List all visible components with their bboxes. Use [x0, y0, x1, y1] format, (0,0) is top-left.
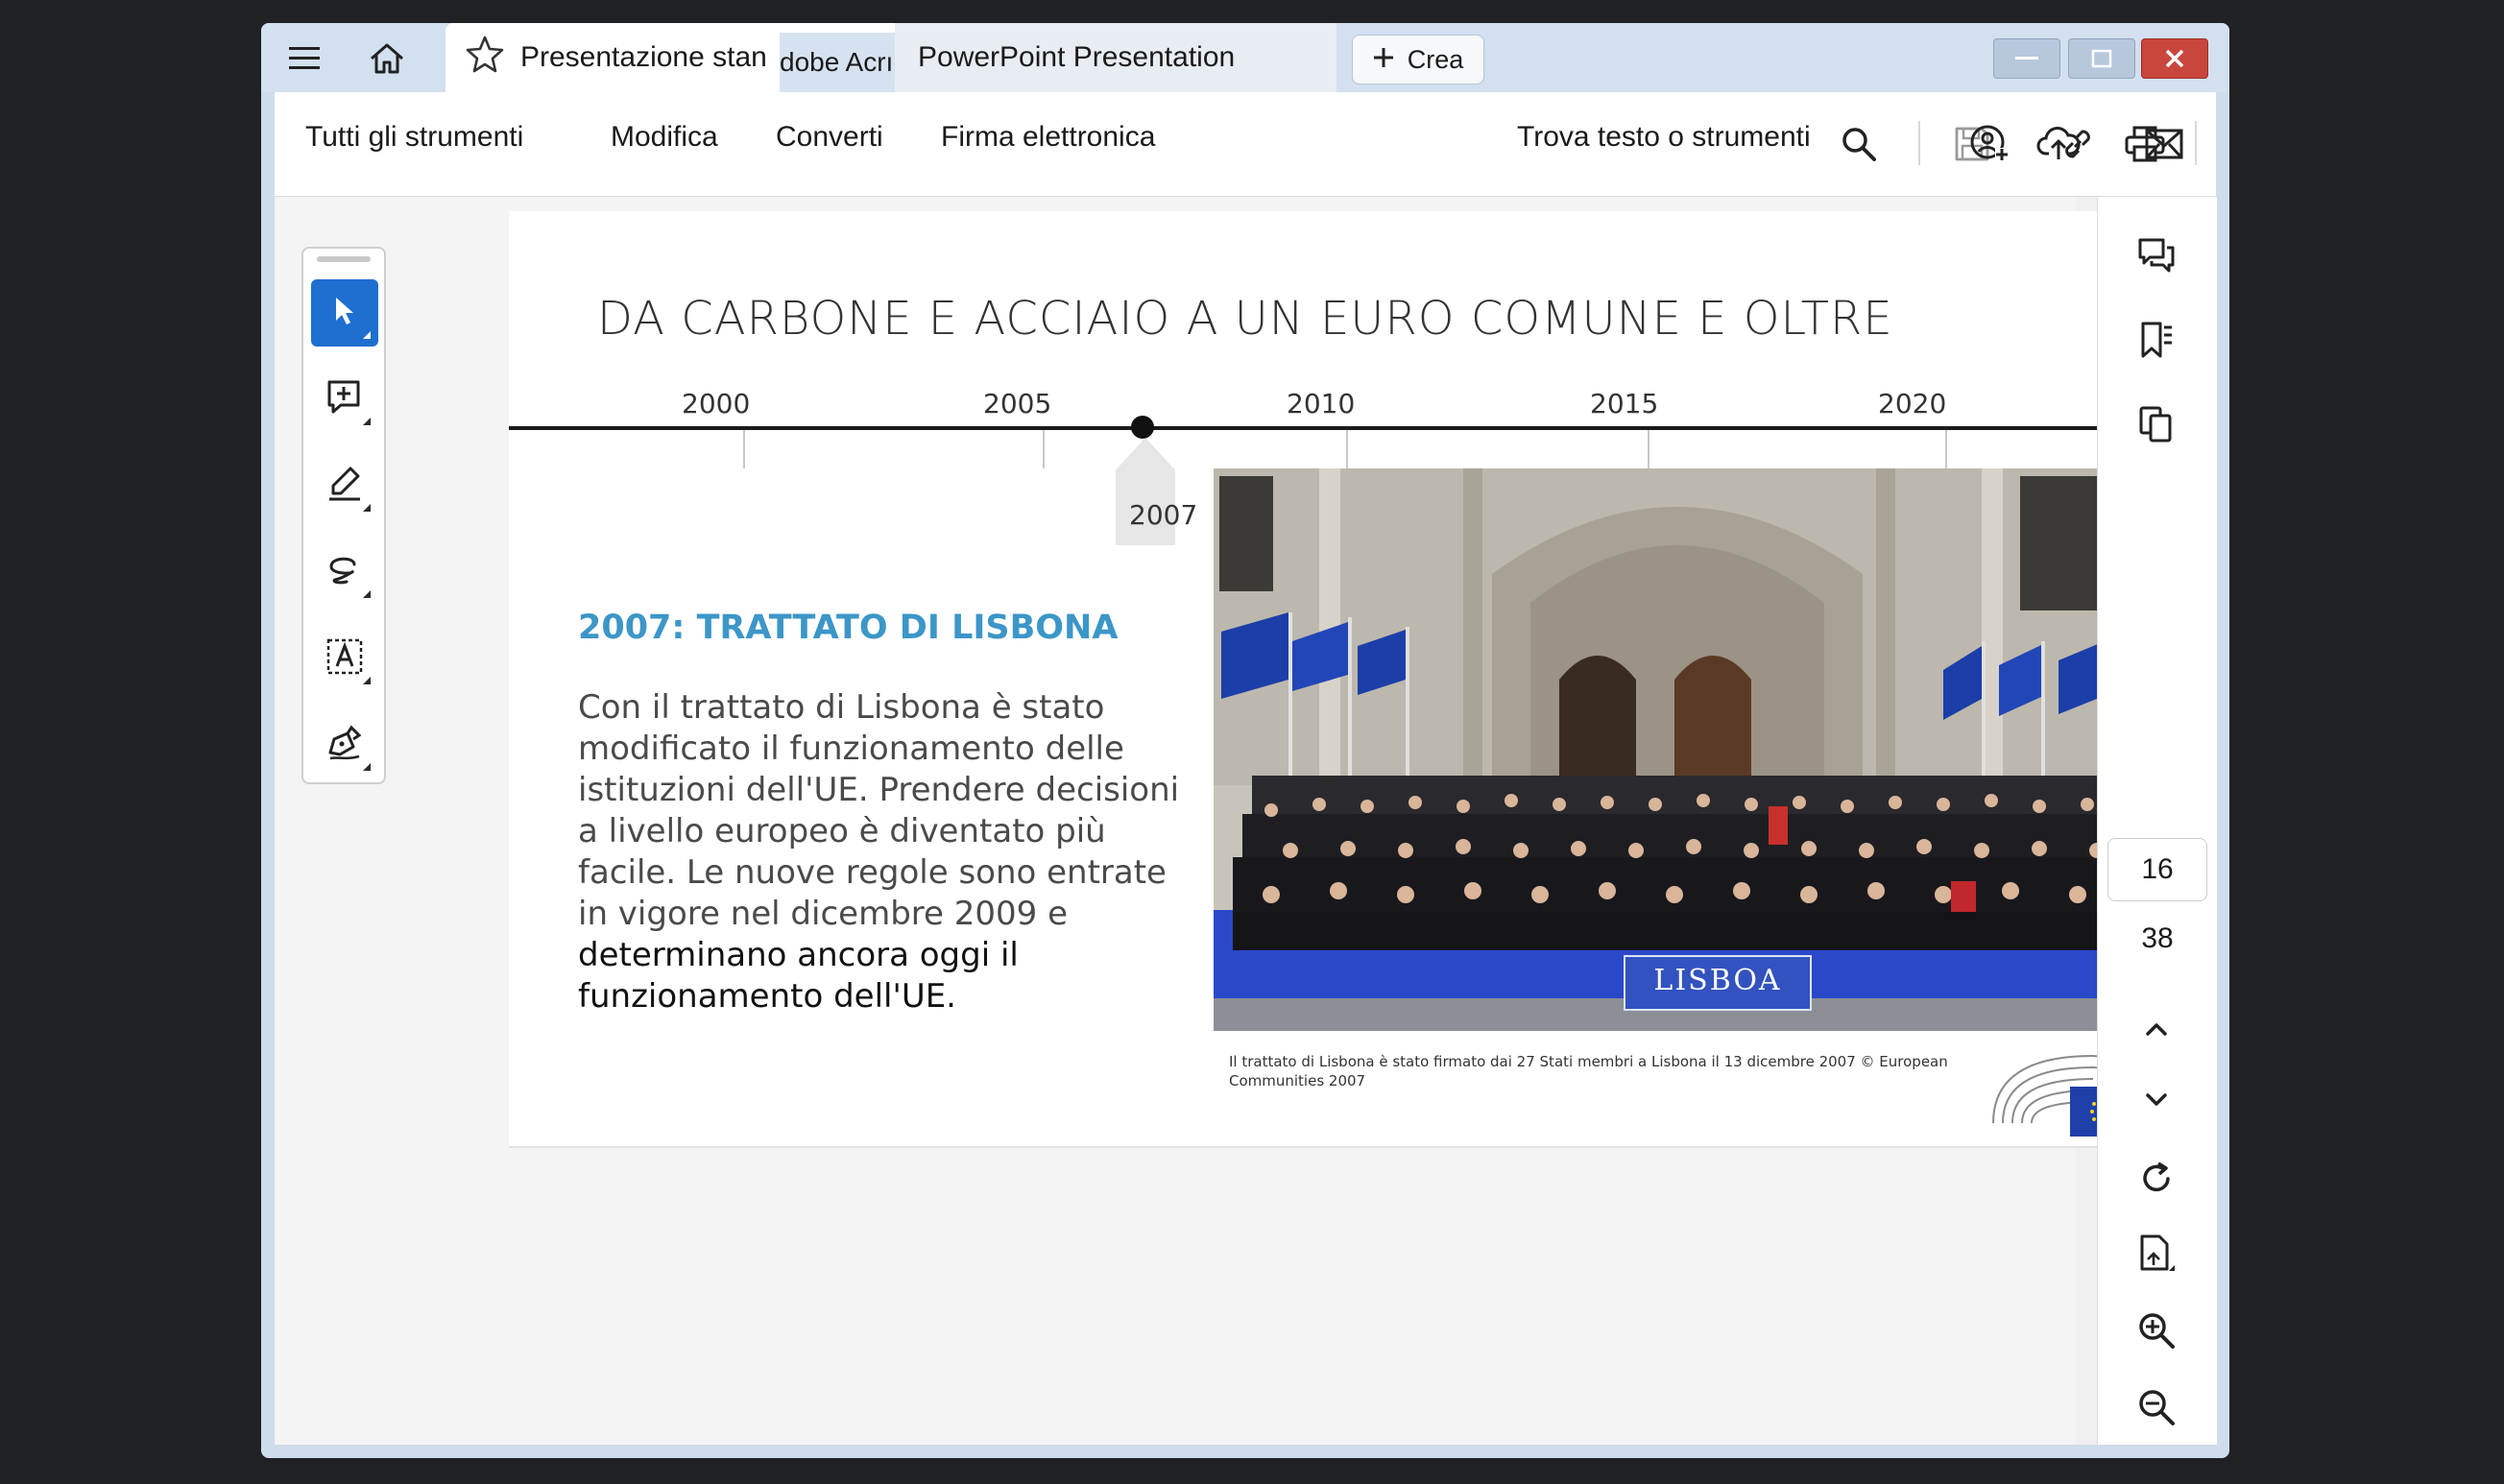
total-pages: 38: [2141, 922, 2174, 954]
page-extract-icon[interactable]: [2127, 1224, 2186, 1283]
cursor-arrow-icon: [330, 295, 359, 332]
quick-tools-panel: [301, 247, 386, 784]
timeline-tick: [1043, 430, 1045, 468]
text-box-icon: [325, 637, 364, 681]
search-tools-label[interactable]: Trova testo o strumenti: [1517, 121, 1811, 154]
slide-body: Con il trattato di Lisbona è stato modif…: [578, 687, 1192, 1017]
chevron-up-icon[interactable]: [2127, 999, 2186, 1059]
timeline-axis: [509, 426, 2174, 430]
toolbar-divider: [1918, 121, 1920, 165]
link-icon[interactable]: [2051, 117, 2105, 171]
menu-tutti-gli-strumenti[interactable]: Tutti gli strumenti: [305, 121, 523, 154]
timeline-tick-label: 2000: [682, 388, 751, 419]
close-button[interactable]: [2141, 38, 2208, 79]
comments-panel-icon[interactable]: [2127, 226, 2186, 285]
lisbon-treaty-photo: [1214, 468, 2141, 1031]
create-button[interactable]: Crea: [1352, 35, 1484, 84]
add-comment-button[interactable]: [311, 366, 378, 433]
bookmark-list-icon[interactable]: [2127, 310, 2186, 370]
timeline-tick-label: 2015: [1590, 388, 1659, 419]
menu-converti[interactable]: Converti: [776, 121, 883, 154]
acrobat-window: Presentazione stan dobe Acrı PowerPoint …: [261, 23, 2229, 1458]
plus-icon: [1373, 45, 1394, 75]
tab-label: PowerPoint Presentation: [918, 41, 1236, 73]
zoom-out-icon[interactable]: [2127, 1377, 2186, 1437]
sign-tool-button[interactable]: [311, 711, 378, 778]
minimize-button[interactable]: [1993, 38, 2060, 79]
freehand-draw-icon: [325, 551, 364, 594]
timeline-tick-label: 2005: [983, 388, 1052, 419]
zoom-in-icon[interactable]: [2127, 1301, 2186, 1360]
lisboa-banner-text: LISBOA: [1653, 964, 1782, 997]
title-bar: Presentazione stan dobe Acrı PowerPoint …: [261, 23, 2229, 92]
copy-pages-icon[interactable]: [2127, 395, 2186, 454]
drag-handle[interactable]: [317, 256, 371, 262]
timeline-dot: [1131, 416, 1154, 439]
photo-caption: Il trattato di Lisbona è stato firmato d…: [1229, 1053, 1948, 1089]
rotate-icon[interactable]: [2127, 1149, 2186, 1209]
highlight-tool-button[interactable]: [311, 452, 378, 519]
toolbar-divider: [2195, 121, 2197, 165]
tab-acrobat-partial[interactable]: dobe Acrı: [780, 33, 895, 92]
create-label: Crea: [1407, 44, 1464, 74]
mail-icon[interactable]: [2137, 117, 2191, 171]
current-page-input[interactable]: 16: [2107, 838, 2207, 901]
tab-powerpoint[interactable]: PowerPoint Presentation: [895, 23, 1336, 92]
menu-modifica[interactable]: Modifica: [611, 121, 718, 154]
hamburger-menu-icon[interactable]: [275, 35, 334, 83]
comment-plus-icon: [325, 378, 364, 421]
slide-title: DA CARBONE E ACCIAIO A UN EURO COMUNE E …: [597, 292, 1893, 346]
body-emphasis: determinano ancora oggi il funzionamento…: [578, 936, 1019, 1016]
main-toolbar: Tutti gli strumenti Modifica Converti Fi…: [275, 92, 2216, 197]
timeline-tick-label: 2020: [1878, 388, 1947, 419]
page-edge: [509, 1146, 2174, 1148]
timeline-tick: [1945, 430, 1947, 468]
timeline-tick-label: 2010: [1287, 388, 1356, 419]
right-side-panel: 16 38: [2097, 197, 2217, 1445]
share-user-icon[interactable]: [1962, 117, 2016, 171]
select-tool-button[interactable]: [311, 279, 378, 347]
draw-tool-button[interactable]: [311, 539, 378, 606]
tab-label: Presentazione stan: [520, 41, 767, 73]
menu-firma-elettronica[interactable]: Firma elettronica: [941, 121, 1155, 154]
search-icon[interactable]: [1832, 117, 1886, 171]
timeline-tick: [743, 430, 745, 468]
chevron-down-icon[interactable]: [2127, 1070, 2186, 1130]
home-icon[interactable]: [357, 35, 417, 83]
body-text: Con il trattato di Lisbona è stato modif…: [578, 688, 1180, 933]
slide-subtitle: 2007: TRATTATO DI LISBONA: [578, 609, 1119, 647]
current-page-number: 16: [2141, 853, 2174, 885]
tab-partial-label: dobe Acrı: [780, 47, 894, 77]
highlighter-pen-icon: [325, 465, 364, 508]
signature-pen-icon: [325, 724, 365, 767]
slide-page: DA CARBONE E ACCIAIO A UN EURO COMUNE E …: [509, 211, 2174, 1148]
text-box-tool-button[interactable]: [311, 625, 378, 692]
timeline-marker-label: 2007: [1129, 499, 1198, 531]
timeline-tick: [1346, 430, 1348, 468]
star-icon[interactable]: [465, 35, 505, 81]
timeline-tick: [1648, 430, 1649, 468]
maximize-button[interactable]: [2068, 38, 2135, 79]
